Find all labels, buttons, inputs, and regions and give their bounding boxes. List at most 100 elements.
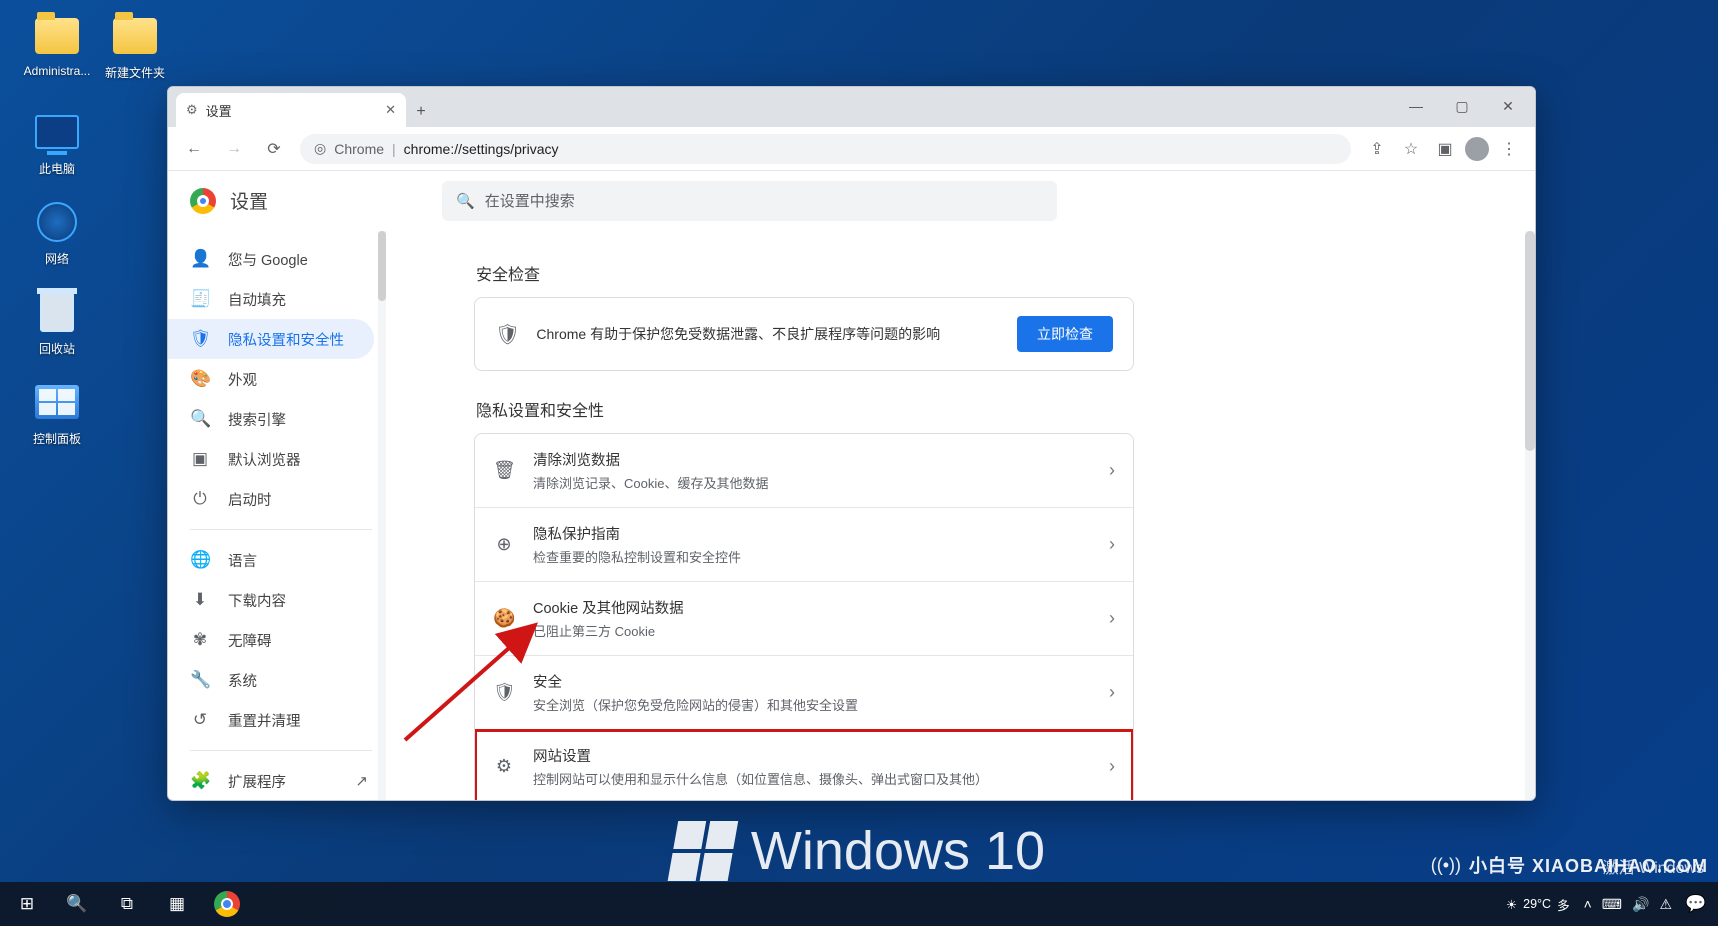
open-external-icon: ↗ [355,772,368,790]
broadcast-icon: ((•)) [1431,855,1461,876]
new-tab-button[interactable]: + [406,97,436,127]
settings-main: 安全检查 🛡 Chrome 有助于保护您免受数据泄露、不良扩展程序等问题的影响 … [386,231,1535,800]
sidebar-item-default-browser[interactable]: ▣默认浏览器 [168,439,374,479]
chevron-right-icon: › [1109,756,1115,777]
row-site-settings[interactable]: ⚙ 网站设置控制网站可以使用和显示什么信息（如位置信息、摄像头、弹出式窗口及其他… [475,730,1133,800]
tab-settings[interactable]: ⚙ 设置 ✕ [176,93,406,127]
weather-label: 多 [1557,895,1570,914]
windows-wordmark: Windows 10 [673,820,1045,882]
window-controls: — ▢ ✕ [1393,91,1531,121]
share-icon[interactable]: ⇪ [1363,135,1391,163]
puzzle-icon: 🧩 [190,771,210,791]
sidebar-scrollbar[interactable] [378,231,386,800]
back-button[interactable]: ← [180,135,208,163]
tray-chevron-up-icon[interactable]: ˄ [1584,896,1592,912]
volume-icon[interactable]: 🔊 [1632,896,1649,913]
taskbar-chrome[interactable] [206,882,248,926]
apps-grid-button[interactable]: ▦ [156,882,198,926]
omnibox-url: chrome://settings/privacy [404,141,559,157]
desktop-icon-admin[interactable]: Administra... [18,12,96,78]
settings-content: 设置 🔍 在设置中搜索 👤您与 Google 🧾自动填充 🛡隐私设置和安全性 🎨… [168,171,1535,800]
sidebar-item-languages[interactable]: 🌐语言 [168,540,374,580]
desktop-icon-network[interactable]: 网络 [18,198,96,267]
reload-button[interactable]: ⟳ [260,135,288,163]
shield-icon: 🛡 [495,322,520,347]
sidepanel-icon[interactable]: ▣ [1431,135,1459,163]
chevron-right-icon: › [1109,682,1115,703]
wrench-icon: 🔧 [190,670,210,690]
kebab-menu-icon[interactable]: ⋮ [1495,135,1523,163]
run-safety-check-button[interactable]: 立即检查 [1017,316,1113,352]
chrome-window: — ▢ ✕ ⚙ 设置 ✕ + ← → ⟳ ◎ Chrome | chrome:/… [167,86,1536,801]
reset-icon: ↺ [190,710,210,730]
tab-title: 设置 [206,101,232,120]
ime-icon[interactable]: ⌨ [1602,896,1622,913]
sidebar-item-search-engine[interactable]: 🔍搜索引擎 [168,399,374,439]
close-button[interactable]: ✕ [1485,91,1531,121]
taskbar: ⊞ 🔍 ⧉ ▦ ☀ 29°C 多 ˄ ⌨ 🔊 ⚠ 💬 [0,882,1718,926]
settings-sidebar: 👤您与 Google 🧾自动填充 🛡隐私设置和安全性 🎨外观 🔍搜索引擎 ▣默认… [168,231,386,800]
task-view-button[interactable]: ⧉ [106,882,148,926]
watermark-brand: ((•)) 小白号 XIAOBAIHAO.COM [1431,852,1708,878]
chrome-icon [214,891,240,917]
forward-button[interactable]: → [220,135,248,163]
desktop-icon-trash[interactable]: 回收站 [18,288,96,357]
search-button[interactable]: 🔍 [56,882,98,926]
desktop-icon-label: 回收站 [18,340,96,357]
sidebar-item-downloads[interactable]: ⬇下载内容 [168,580,374,620]
safety-check-card: 🛡 Chrome 有助于保护您免受数据泄露、不良扩展程序等问题的影响 立即检查 [474,297,1134,371]
sidebar-item-system[interactable]: 🔧系统 [168,660,374,700]
row-security[interactable]: 🛡 安全安全浏览（保护您免受危险网站的侵害）和其他安全设置 › [475,656,1133,730]
sidebar-item-privacy[interactable]: 🛡隐私设置和安全性 [168,319,374,359]
tab-close-icon[interactable]: ✕ [385,102,396,118]
watermark-text: 小白号 XIAOBAIHAO.COM [1469,852,1708,878]
toolbar-right: ⇪ ☆ ▣ ⋮ [1363,135,1523,163]
chevron-right-icon: › [1109,534,1115,555]
desktop-icon-newfolder[interactable]: 新建文件夹 [96,12,174,81]
sidebar-item-you-and-google[interactable]: 👤您与 Google [168,239,374,279]
maximize-button[interactable]: ▢ [1439,91,1485,121]
omnibox[interactable]: ◎ Chrome | chrome://settings/privacy [300,134,1351,164]
warning-icon[interactable]: ⚠ [1659,896,1672,913]
chevron-right-icon: › [1109,608,1115,629]
palette-icon: 🎨 [190,369,210,389]
desktop-icon-label: 此电脑 [18,160,96,177]
sidebar-item-accessibility[interactable]: ✾无障碍 [168,620,374,660]
tab-strip: ⚙ 设置 ✕ + [168,87,1535,127]
settings-header: 设置 🔍 在设置中搜索 [168,171,1535,231]
notifications-button[interactable]: 💬 [1686,882,1706,926]
privacy-heading: 隐私设置和安全性 [476,397,1134,421]
shield-icon: 🛡 [190,329,210,349]
main-scrollbar[interactable] [1525,231,1535,800]
omnibox-origin: Chrome [334,141,384,157]
sun-icon: ☀ [1506,897,1517,912]
windows-text: Windows 10 [751,820,1045,882]
desktop-icon-label: 控制面板 [18,430,96,447]
system-tray[interactable]: ˄ ⌨ 🔊 ⚠ [1584,896,1672,913]
profile-avatar[interactable] [1465,137,1489,161]
settings-search[interactable]: 🔍 在设置中搜索 [442,181,1057,221]
search-icon: 🔍 [456,192,475,210]
accessibility-icon: ✾ [190,630,210,650]
sidebar-item-on-startup[interactable]: ⏻启动时 [168,479,374,519]
sliders-icon: ⚙ [493,756,515,777]
start-button[interactable]: ⊞ [6,882,48,926]
cookie-icon: 🍪 [493,608,515,629]
sidebar-item-autofill[interactable]: 🧾自动填充 [168,279,374,319]
desktop-icon-controlpanel[interactable]: 控制面板 [18,378,96,447]
weather-temp: 29°C [1523,897,1551,911]
desktop-icon-mypc[interactable]: 此电脑 [18,108,96,177]
power-icon: ⏻ [190,489,210,509]
row-clear-browsing-data[interactable]: 🗑 清除浏览数据清除浏览记录、Cookie、缓存及其他数据 › [475,434,1133,508]
trash-icon: 🗑 [493,460,515,481]
minimize-button[interactable]: — [1393,91,1439,121]
sidebar-item-appearance[interactable]: 🎨外观 [168,359,374,399]
taskbar-weather[interactable]: ☀ 29°C 多 [1506,895,1570,914]
safety-check-heading: 安全检查 [476,261,1134,285]
sidebar-item-reset[interactable]: ↺重置并清理 [168,700,374,740]
row-privacy-guide[interactable]: ⊕ 隐私保护指南检查重要的隐私控制设置和安全控件 › [475,508,1133,582]
sidebar-item-extensions[interactable]: 🧩扩展程序↗ [168,761,374,800]
bookmark-icon[interactable]: ☆ [1397,135,1425,163]
person-icon: 👤 [190,249,210,269]
row-cookies[interactable]: 🍪 Cookie 及其他网站数据已阻止第三方 Cookie › [475,582,1133,656]
